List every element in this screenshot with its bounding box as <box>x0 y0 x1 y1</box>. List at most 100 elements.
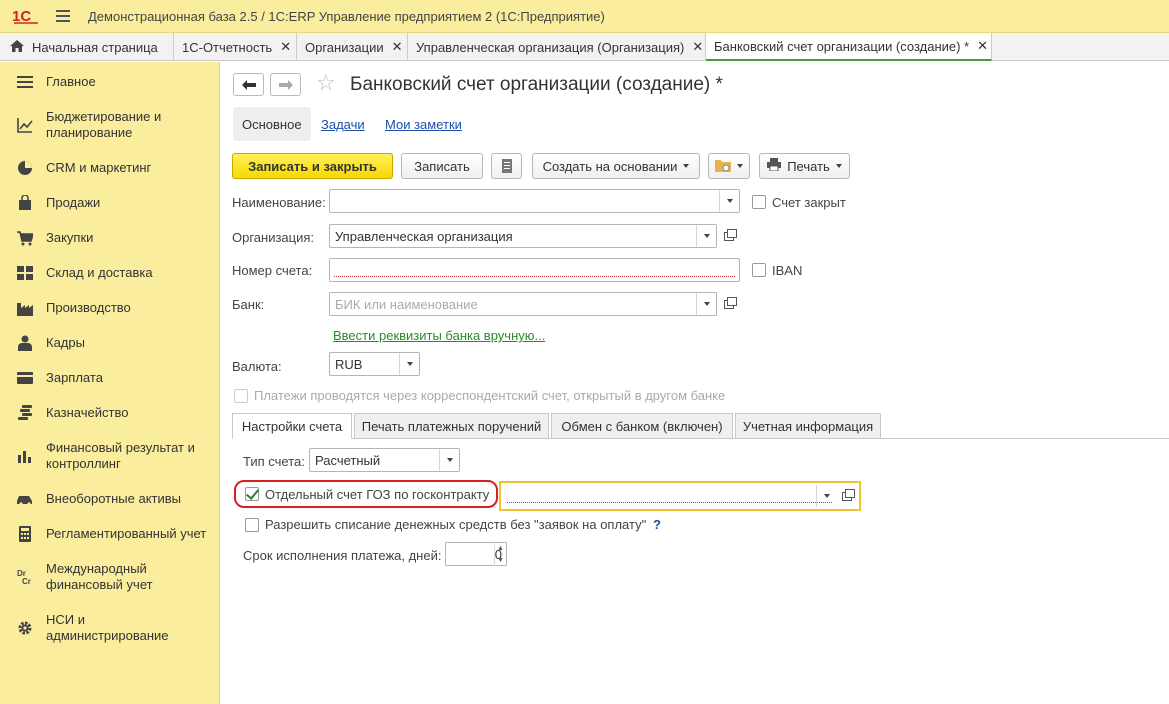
account-type-field[interactable]: Расчетный <box>309 448 460 472</box>
section-tasks[interactable]: Задачи <box>321 107 365 141</box>
section-notes[interactable]: Мои заметки <box>385 107 462 141</box>
main-menu-icon[interactable] <box>56 10 70 22</box>
tab-home[interactable]: Начальная страница <box>0 33 174 61</box>
tab-label: Организации <box>305 39 384 55</box>
sidebar-item-ifrs[interactable]: Dr Cr Международный финансовый учет <box>0 561 180 593</box>
forward-button[interactable] <box>270 73 301 96</box>
open-tabs-bar: Начальная страница 1С-Отчетность ✕ Орган… <box>0 33 1169 61</box>
save-and-close-button[interactable]: Записать и закрыть <box>232 153 393 179</box>
close-icon[interactable]: ✕ <box>280 39 291 55</box>
iban-label: IBAN <box>772 263 803 278</box>
tab-account-settings[interactable]: Настройки счета <box>232 413 352 439</box>
account-closed-checkbox[interactable] <box>752 195 766 209</box>
car-icon <box>16 491 34 507</box>
section-main[interactable]: Основное <box>233 107 311 141</box>
allow-writeoff-checkbox[interactable] <box>245 518 259 532</box>
chevron-down-icon[interactable] <box>816 485 836 507</box>
sidebar-item-budgeting[interactable]: Бюджетирование и планирование <box>0 109 180 141</box>
pie-chart-icon <box>16 160 34 176</box>
help-icon[interactable]: ? <box>653 517 661 532</box>
tab-label: Начальная страница <box>32 39 158 55</box>
sidebar-item-treasury[interactable]: Казначейство <box>0 405 220 421</box>
close-icon[interactable]: ✕ <box>392 39 403 55</box>
tab-label: 1С-Отчетность <box>182 39 273 55</box>
document-list-icon[interactable] <box>491 153 522 179</box>
organization-value: Управленческая организация <box>335 228 513 244</box>
person-icon <box>16 335 34 351</box>
tab-payment-orders-print[interactable]: Печать платежных поручений <box>354 413 549 439</box>
currency-field[interactable]: RUB <box>329 352 420 376</box>
sections-sidebar: Главное Бюджетирование и планирование CR… <box>0 62 220 704</box>
sidebar-item-fixed-assets[interactable]: Внеоборотные активы <box>0 491 220 507</box>
sidebar-item-hr[interactable]: Кадры <box>0 335 220 351</box>
save-button[interactable]: Записать <box>401 153 483 179</box>
sidebar-item-production[interactable]: Производство <box>0 300 220 316</box>
tab-bank-account[interactable]: Банковский счет организации (создание) *… <box>706 33 992 61</box>
sidebar-item-purchases[interactable]: Закупки <box>0 230 220 246</box>
print-button[interactable]: Печать <box>759 153 850 179</box>
organization-field[interactable]: Управленческая организация <box>329 224 717 248</box>
form-area: ☆ Банковский счет организации (создание)… <box>221 62 1169 704</box>
sidebar-item-salary[interactable]: Зарплата <box>0 370 220 386</box>
warehouse-grid-icon <box>16 265 34 281</box>
tab-management-org[interactable]: Управленческая организация (Организация)… <box>408 33 706 61</box>
chevron-down-icon[interactable] <box>696 225 716 247</box>
create-based-on-label: Создать на основании <box>542 158 678 174</box>
currency-value: RUB <box>335 356 363 372</box>
account-type-value: Расчетный <box>315 452 381 468</box>
goz-account-checkbox[interactable] <box>245 487 259 501</box>
tab-organizations[interactable]: Организации ✕ <box>297 33 408 61</box>
sidebar-item-regulated-accounting[interactable]: Регламентированный учет <box>0 526 220 542</box>
enter-bank-details-link[interactable]: Ввести реквизиты банка вручную... <box>333 328 545 343</box>
1c-logo[interactable]: 1С <box>12 7 44 25</box>
sidebar-item-main[interactable]: Главное <box>0 74 220 90</box>
favorite-star-icon[interactable]: ☆ <box>316 70 336 96</box>
chevron-down-icon[interactable] <box>399 353 419 375</box>
sidebar-item-sales[interactable]: Продажи <box>0 195 220 211</box>
shopping-bag-icon <box>16 195 34 211</box>
stepper-down-icon[interactable]: ▼ <box>495 554 506 566</box>
goz-contract-field[interactable] <box>502 484 837 508</box>
create-based-on-button[interactable]: Создать на основании <box>532 153 700 179</box>
sidebar-item-crm[interactable]: CRM и маркетинг <box>0 160 220 176</box>
tab-bank-exchange[interactable]: Обмен с банком (включен) <box>551 413 733 439</box>
correspondent-account-label: Платежи проводятся через корреспондентск… <box>254 388 726 403</box>
tab-accounting-info[interactable]: Учетная информация <box>735 413 881 439</box>
folder-icon <box>715 158 731 175</box>
close-icon[interactable]: ✕ <box>977 38 988 54</box>
tab-label: Управленческая организация (Организация) <box>416 39 685 55</box>
gear-icon <box>16 620 34 636</box>
chevron-down-icon[interactable] <box>719 190 739 212</box>
sidebar-item-admin[interactable]: НСИ и администрирование <box>0 612 180 644</box>
open-organization-icon[interactable] <box>719 224 739 248</box>
sidebar-item-warehouse[interactable]: Склад и доставка <box>0 265 220 281</box>
payment-term-stepper[interactable]: ▲ ▼ <box>494 542 506 566</box>
cart-icon <box>16 230 34 246</box>
calculator-icon <box>16 526 34 542</box>
tab-1c-reporting[interactable]: 1С-Отчетность ✕ <box>174 33 297 61</box>
menu-lines-icon <box>16 74 34 90</box>
bank-placeholder: БИК или наименование <box>335 296 478 312</box>
sidebar-item-label: Закупки <box>46 230 94 245</box>
sidebar-item-financial-result[interactable]: Финансовый результат и контроллинг <box>0 440 210 472</box>
chevron-down-icon[interactable] <box>439 449 459 471</box>
chevron-down-icon[interactable] <box>696 293 716 315</box>
iban-checkbox[interactable] <box>752 263 766 277</box>
printer-icon <box>767 158 782 174</box>
back-button[interactable] <box>233 73 264 96</box>
bank-field[interactable]: БИК или наименование <box>329 292 717 316</box>
sidebar-item-label: Регламентированный учет <box>46 526 207 541</box>
attachments-button[interactable] <box>708 153 750 179</box>
name-field[interactable] <box>329 189 740 213</box>
open-contract-icon[interactable] <box>837 484 857 508</box>
allow-writeoff-label: Разрешить списание денежных средств без … <box>265 517 647 532</box>
sidebar-item-label: Бюджетирование и планирование <box>46 109 162 140</box>
close-icon[interactable]: ✕ <box>692 39 703 55</box>
correspondent-account-checkbox[interactable] <box>234 389 248 403</box>
account-number-field[interactable] <box>329 258 740 282</box>
sidebar-item-label: Зарплата <box>46 370 103 385</box>
stepper-up-icon[interactable]: ▲ <box>495 542 506 554</box>
sidebar-item-label: Кадры <box>46 335 85 350</box>
open-bank-icon[interactable] <box>719 292 739 316</box>
app-title: Демонстрационная база 2.5 / 1С:ERP Управ… <box>88 8 605 24</box>
